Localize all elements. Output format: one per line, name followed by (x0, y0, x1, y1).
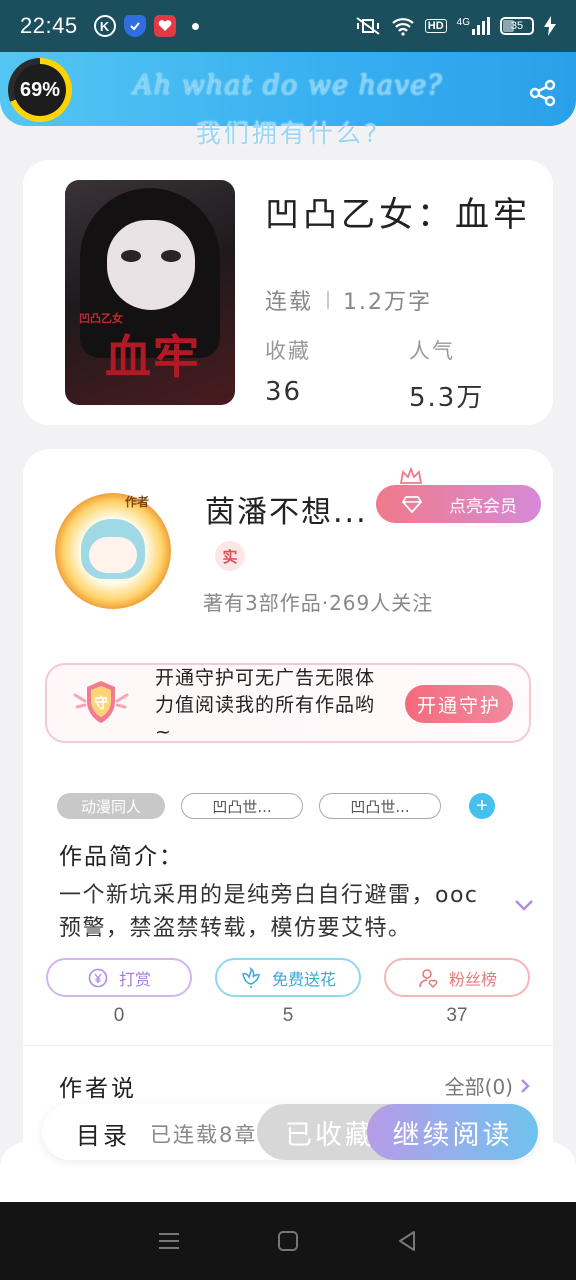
guard-promo-text: 开通守护可无广告无限体力值阅读我的所有作品哟~ (155, 667, 376, 743)
status-system-icons: HD 4G 35 (355, 16, 556, 36)
home-square-icon[interactable] (275, 1228, 301, 1254)
diamond-icon (402, 496, 422, 514)
view-all-label: 全部(0) (444, 1075, 513, 1099)
stat-value: 36 (265, 377, 303, 407)
reward-count: 0 (113, 1005, 125, 1026)
action-buttons: 打赏 免费送花 粉丝榜 (46, 958, 530, 997)
book-title: 凹凸乙女：血牢 (265, 195, 531, 235)
author-card: 作者 茵潘不想... 点亮会员 实 著有3部作品·269人关注 守 开通守护可无… (23, 449, 553, 1209)
stat-favorites: 收藏 36 (265, 335, 311, 407)
send-flower-button[interactable]: 免费送花 (215, 958, 361, 997)
work-tags: 动漫同人 凹凸世... 凹凸世... + (57, 793, 495, 819)
battery-level: 35 (510, 20, 524, 32)
book-info-card: 凹凸乙女 血牢 凹凸乙女：血牢 连载 1.2万字 收藏 36 人气 5.3万 (23, 160, 553, 425)
reader-bottom-bar: 目录 已连载8章 已收藏 继续阅读 (42, 1104, 538, 1160)
continue-reading-button[interactable]: 继续阅读 (367, 1104, 538, 1160)
guard-shield-icon: 守 (73, 681, 129, 723)
tag-chip[interactable]: 动漫同人 (57, 793, 165, 819)
open-guard-button[interactable]: 开通守护 (405, 685, 513, 723)
cover-title-text: 血牢 (105, 330, 201, 384)
chevron-right-icon (521, 1078, 530, 1093)
hd-badge: HD (424, 19, 447, 33)
fans-count: 37 (446, 1005, 468, 1026)
send-flower-label: 免费送花 (271, 969, 336, 989)
book-cover[interactable]: 凹凸乙女 血牢 (65, 180, 235, 405)
guard-promo-box: 守 开通守护可无广告无限体力值阅读我的所有作品哟~ 开通守护 (45, 663, 531, 743)
back-triangle-icon[interactable] (394, 1228, 420, 1254)
avatar-author-tag: 作者 (125, 495, 150, 509)
charging-icon (544, 16, 556, 36)
k-icon: K (93, 15, 116, 37)
battery-icon: 35 (500, 17, 534, 35)
fan-ranking-label: 粉丝榜 (448, 969, 497, 989)
crown-icon (399, 467, 423, 484)
stat-popularity: 人气 5.3万 (409, 335, 484, 414)
book-word-count: 1.2万字 (343, 290, 433, 315)
chevron-down-icon[interactable] (513, 897, 535, 913)
status-bar: 22:45 K HD 4G 35 (0, 0, 576, 52)
author-says-title: 作者说 (59, 1076, 137, 1102)
table-of-contents-button[interactable]: 目录 (76, 1116, 130, 1151)
notification-dot (191, 22, 199, 30)
book-status: 连载 (265, 290, 314, 315)
menu-icon[interactable] (156, 1228, 182, 1254)
flower-icon (242, 966, 260, 988)
tag-chip[interactable]: 凹凸世... (181, 793, 303, 819)
action-counts: 0 5 37 (46, 1005, 530, 1027)
wifi-icon (392, 18, 414, 36)
stat-label: 收藏 (265, 339, 311, 363)
view-all-link[interactable]: 全部(0) (445, 1071, 531, 1100)
book-meta: 连载 1.2万字 (265, 284, 432, 316)
yen-coin-icon (88, 968, 108, 987)
network-type: 4G (456, 17, 470, 28)
author-avatar[interactable]: 作者 (37, 487, 187, 615)
real-name-badge: 实 (215, 541, 245, 571)
mute-vibrate-icon (356, 17, 380, 35)
stat-label: 人气 (409, 339, 455, 363)
meta-divider (327, 291, 330, 309)
author-name[interactable]: 茵潘不想... (205, 487, 368, 531)
flower-count: 5 (282, 1005, 294, 1026)
intro-text: 一个新坑采用的是纯旁白自行避雷，ooc预警，禁盗禁转载，模仿要艾特。 (59, 883, 479, 941)
header-title-chinese: 我们拥有什么? (195, 119, 381, 148)
svg-text:守: 守 (94, 695, 108, 712)
status-time: 22:45 (20, 13, 78, 38)
signal-icon: 4G (457, 17, 490, 35)
serial-info: 已连载8章 (150, 1123, 258, 1147)
intro-title: 作品简介： (59, 844, 184, 870)
add-tag-button[interactable]: + (469, 793, 495, 819)
fan-user-icon (419, 968, 438, 988)
stat-value: 5.3万 (409, 383, 485, 413)
fan-ranking-button[interactable]: 粉丝榜 (384, 958, 530, 997)
system-nav-bar (0, 1202, 576, 1280)
reward-label: 打赏 (118, 969, 151, 989)
vip-button[interactable]: 点亮会员 (376, 485, 541, 523)
status-notification-icons: K (93, 15, 199, 37)
shield-icon (123, 15, 146, 37)
tag-chip[interactable]: 凹凸世... (319, 793, 441, 819)
divider (23, 1045, 553, 1046)
author-stats: 著有3部作品·269人关注 (203, 591, 434, 615)
header-title-english: Ah what do we have? (133, 70, 443, 101)
heart-icon (153, 15, 176, 37)
reward-button[interactable]: 打赏 (46, 958, 192, 997)
vip-button-label: 点亮会员 (449, 496, 517, 517)
